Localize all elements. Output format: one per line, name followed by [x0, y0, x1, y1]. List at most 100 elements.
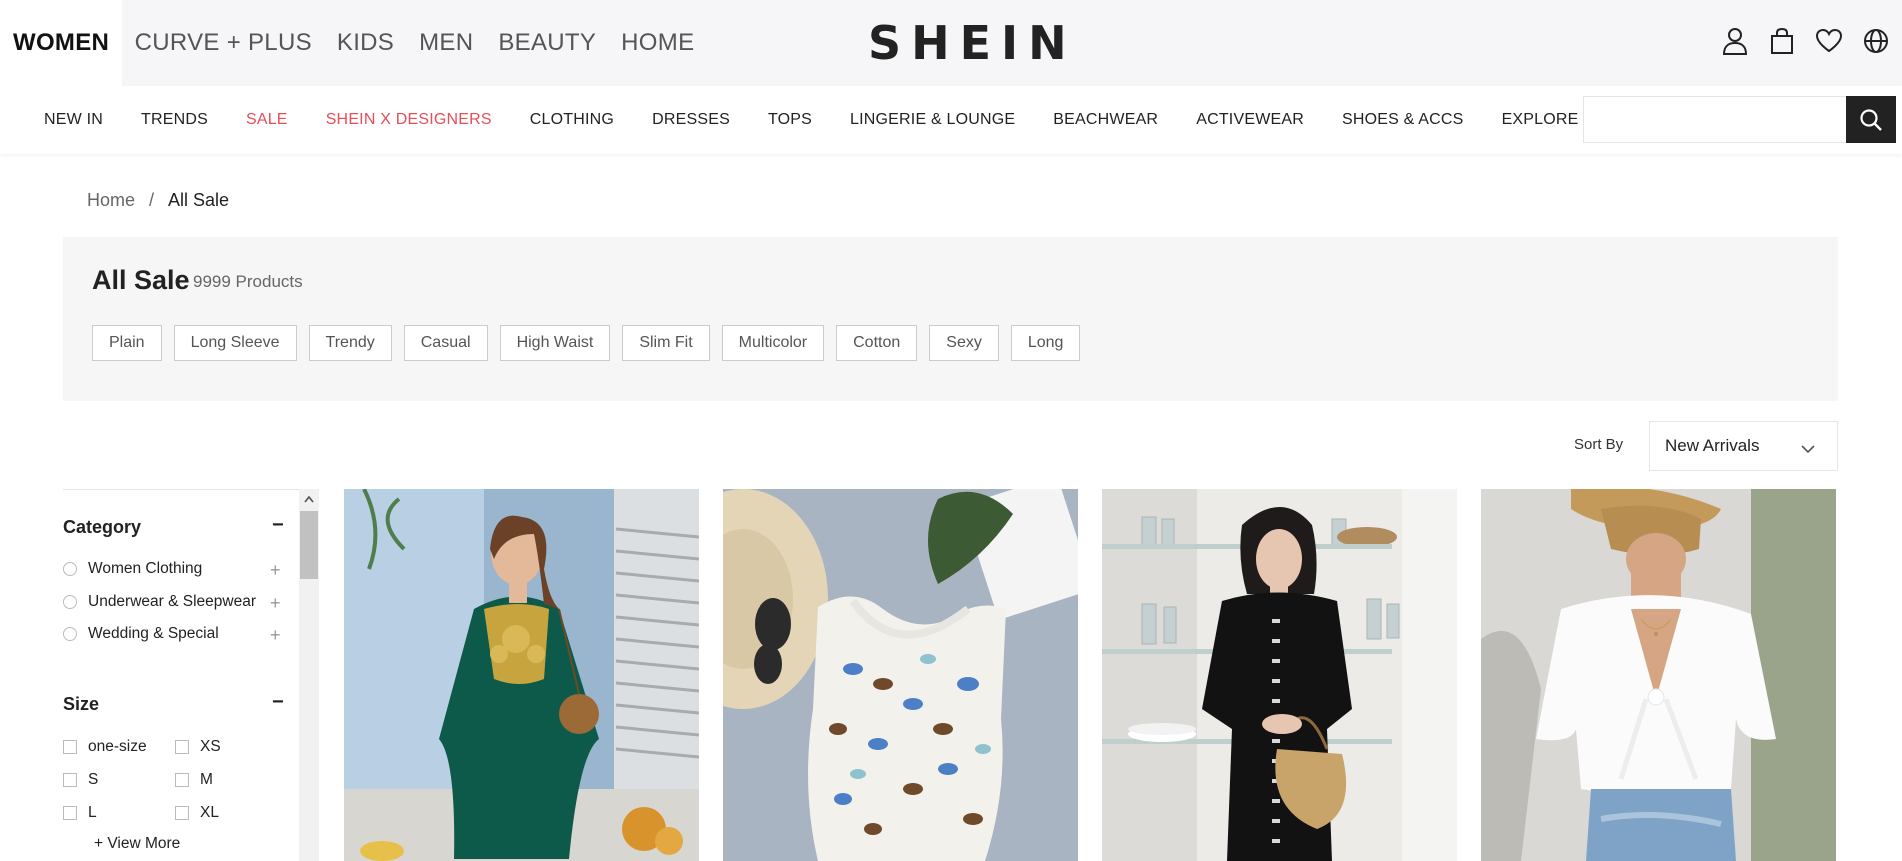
- tag-high-waist[interactable]: High Waist: [499, 325, 611, 361]
- globe-icon[interactable]: [1862, 26, 1890, 56]
- tab-home[interactable]: HOME: [609, 0, 707, 86]
- product-image: [1102, 489, 1457, 861]
- product-count: 9999 Products: [193, 272, 303, 291]
- size-option-s[interactable]: S: [63, 771, 98, 789]
- category-option-label: Women Clothing: [88, 560, 203, 577]
- tab-beauty[interactable]: BEAUTY: [486, 0, 609, 86]
- size-filter-title[interactable]: Size: [63, 694, 99, 715]
- category-option-label: Underwear & Sleepwear: [88, 593, 257, 610]
- checkbox[interactable]: [175, 773, 189, 787]
- heart-icon[interactable]: [1815, 26, 1843, 56]
- checkbox[interactable]: [63, 740, 77, 754]
- tag-slim-fit[interactable]: Slim Fit: [622, 325, 710, 361]
- breadcrumb-home[interactable]: Home: [87, 190, 135, 211]
- nav-sale[interactable]: SALE: [246, 111, 288, 129]
- nav-explore[interactable]: EXPLORE: [1502, 111, 1579, 129]
- category-option-wedding-special[interactable]: Wedding & Special: [63, 625, 219, 643]
- nav-shoes-accs[interactable]: SHOES & ACCS: [1342, 111, 1464, 129]
- listing-header: All Sale 9999 Products Plain Long Sleeve…: [63, 237, 1838, 401]
- nav-tops[interactable]: TOPS: [768, 111, 812, 129]
- breadcrumb: Home / All Sale: [87, 190, 229, 211]
- category-filter-title[interactable]: Category: [63, 517, 141, 538]
- radio-button[interactable]: [63, 627, 77, 641]
- category-option-label: Wedding & Special: [88, 625, 219, 642]
- size-option-xl[interactable]: XL: [175, 804, 219, 822]
- product-card-white-eyelet-blouse[interactable]: [1481, 489, 1836, 861]
- size-option-label: L: [88, 804, 97, 821]
- size-option-label: XL: [200, 804, 219, 821]
- product-image: [344, 489, 699, 861]
- nav-dresses[interactable]: DRESSES: [652, 111, 730, 129]
- nav-items: NEW IN TRENDS SALE SHEIN X DESIGNERS CLO…: [44, 86, 1579, 154]
- tag-plain[interactable]: Plain: [92, 325, 162, 361]
- checkbox[interactable]: [63, 773, 77, 787]
- size-option-label: XS: [200, 738, 221, 755]
- product-image: [723, 489, 1078, 861]
- category-option-women-clothing[interactable]: Women Clothing: [63, 560, 202, 578]
- size-option-m[interactable]: M: [175, 771, 213, 789]
- filter-sidebar: Category − Women Clothing + Underwear & …: [63, 489, 319, 861]
- filter-tags: Plain Long Sleeve Trendy Casual High Wai…: [92, 325, 1081, 361]
- nav-activewear[interactable]: ACTIVEWEAR: [1196, 111, 1304, 129]
- nav-beachwear[interactable]: BEACHWEAR: [1053, 111, 1158, 129]
- expand-underwear-sleepwear-button[interactable]: +: [270, 593, 281, 614]
- tag-casual[interactable]: Casual: [403, 325, 488, 361]
- radio-button[interactable]: [63, 595, 77, 609]
- tag-multicolor[interactable]: Multicolor: [721, 325, 825, 361]
- nav-trends[interactable]: TRENDS: [141, 111, 208, 129]
- radio-button[interactable]: [63, 562, 77, 576]
- nav-clothing[interactable]: CLOTHING: [530, 111, 614, 129]
- scroll-up-arrow-icon[interactable]: [299, 491, 319, 507]
- user-icon[interactable]: [1721, 26, 1749, 56]
- tag-long-sleeve[interactable]: Long Sleeve: [173, 325, 297, 361]
- breadcrumb-current: All Sale: [168, 190, 230, 210]
- search-input[interactable]: [1584, 97, 1846, 142]
- top-bar: WOMEN CURVE + PLUS KIDS MEN BEAUTY HOME …: [0, 0, 1902, 86]
- tag-cotton[interactable]: Cotton: [836, 325, 918, 361]
- search-field: [1583, 96, 1846, 143]
- sidebar-scrollbar[interactable]: [299, 489, 319, 861]
- tag-trendy[interactable]: Trendy: [308, 325, 392, 361]
- sort-dropdown[interactable]: New Arrivals: [1649, 421, 1838, 471]
- nav-lingerie-lounge[interactable]: LINGERIE & LOUNGE: [850, 111, 1015, 129]
- checkbox[interactable]: [63, 806, 77, 820]
- product-card-butterfly-tank-top[interactable]: [723, 489, 1078, 861]
- checkbox[interactable]: [175, 740, 189, 754]
- category-collapse-button[interactable]: −: [272, 514, 284, 537]
- size-option-label: S: [88, 771, 99, 788]
- bag-icon[interactable]: [1768, 26, 1796, 56]
- tab-kids[interactable]: KIDS: [324, 0, 406, 86]
- expand-women-clothing-button[interactable]: +: [270, 560, 281, 581]
- category-option-underwear-sleepwear[interactable]: Underwear & Sleepwear: [63, 593, 256, 611]
- tab-women[interactable]: WOMEN: [0, 0, 123, 86]
- shein-logo[interactable]: SHEIN: [868, 16, 1077, 70]
- product-card-black-puff-sleeve-dress[interactable]: [1102, 489, 1457, 861]
- nav-shein-x-designers[interactable]: SHEIN X DESIGNERS: [326, 111, 492, 129]
- size-option-xs[interactable]: XS: [175, 738, 221, 756]
- size-view-more-link[interactable]: + View More: [94, 835, 180, 853]
- page-title: All Sale: [92, 265, 190, 295]
- size-option-one-size[interactable]: one-size: [63, 738, 147, 756]
- product-card-green-kaftan-dress[interactable]: [344, 489, 699, 861]
- size-option-label: one-size: [88, 738, 147, 755]
- category-tabs: WOMEN CURVE + PLUS KIDS MEN BEAUTY HOME: [0, 0, 707, 86]
- search-button[interactable]: [1846, 96, 1896, 143]
- tab-men[interactable]: MEN: [407, 0, 486, 86]
- expand-wedding-special-button[interactable]: +: [270, 625, 281, 646]
- size-option-l[interactable]: L: [63, 804, 97, 822]
- chevron-down-icon: [1801, 439, 1815, 459]
- product-image: [1481, 489, 1836, 861]
- size-option-label: M: [200, 771, 213, 788]
- sort-label: Sort By: [1574, 436, 1624, 453]
- checkbox[interactable]: [175, 806, 189, 820]
- tag-sexy[interactable]: Sexy: [929, 325, 999, 361]
- breadcrumb-separator: /: [149, 190, 155, 210]
- nav-new-in[interactable]: NEW IN: [44, 111, 103, 129]
- size-collapse-button[interactable]: −: [272, 691, 284, 714]
- scrollbar-thumb[interactable]: [300, 511, 318, 579]
- tag-long[interactable]: Long: [1010, 325, 1081, 361]
- header-icons: [1721, 26, 1890, 56]
- main-nav: NEW IN TRENDS SALE SHEIN X DESIGNERS CLO…: [0, 86, 1902, 154]
- tab-curve-plus[interactable]: CURVE + PLUS: [122, 0, 324, 86]
- search-icon: [1860, 108, 1882, 131]
